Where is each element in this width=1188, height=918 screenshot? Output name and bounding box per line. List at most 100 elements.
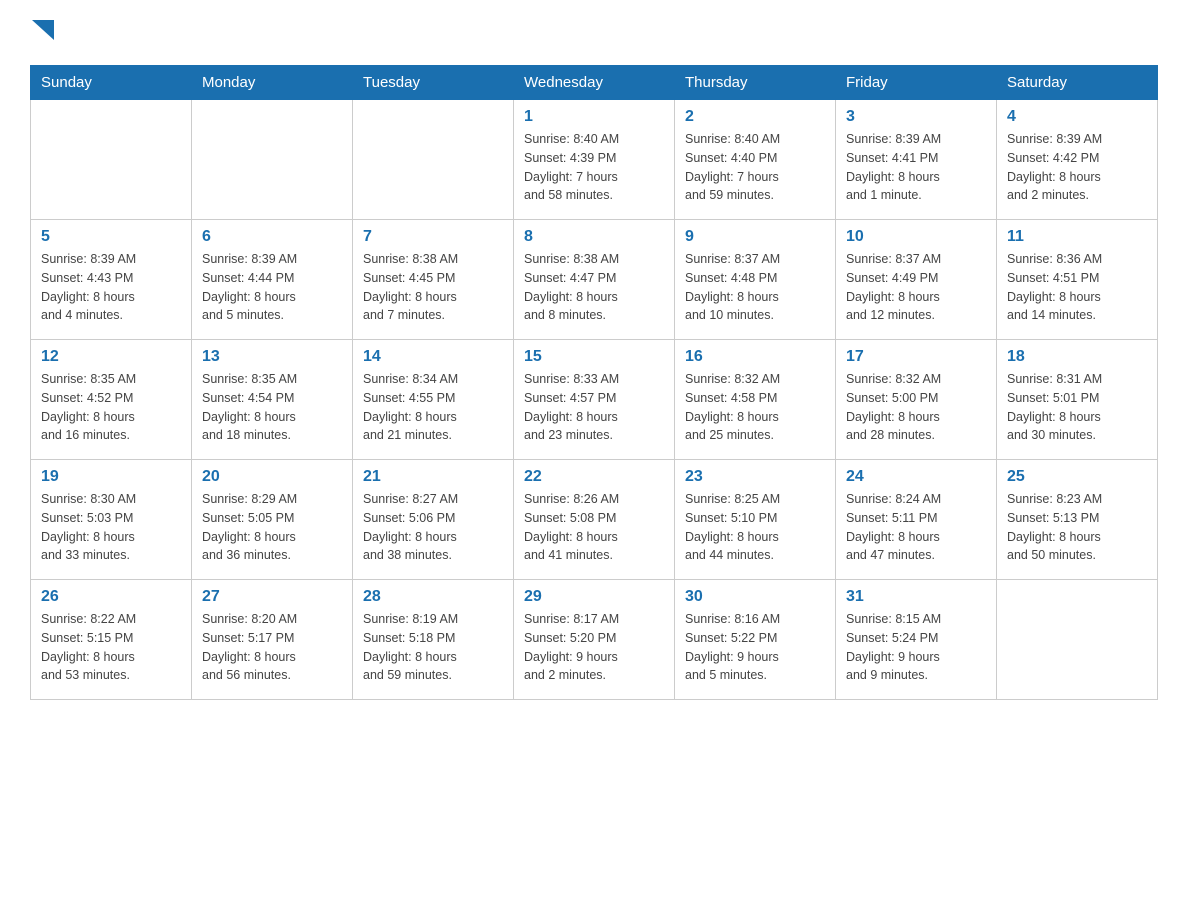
day-number: 7 [363, 228, 503, 246]
day-info: Sunrise: 8:35 AM Sunset: 4:54 PM Dayligh… [202, 370, 342, 445]
day-info: Sunrise: 8:32 AM Sunset: 5:00 PM Dayligh… [846, 370, 986, 445]
calendar-cell: 31 Sunrise: 8:15 AM Sunset: 5:24 PM Dayli… [836, 580, 997, 700]
day-number: 11 [1007, 228, 1147, 246]
day-info: Sunrise: 8:17 AM Sunset: 5:20 PM Dayligh… [524, 610, 664, 685]
day-number: 13 [202, 348, 342, 366]
weekday-header-friday: Friday [836, 66, 997, 100]
calendar-cell: 2 Sunrise: 8:40 AM Sunset: 4:40 PM Daylig… [675, 100, 836, 220]
day-number: 3 [846, 108, 986, 126]
day-info: Sunrise: 8:32 AM Sunset: 4:58 PM Dayligh… [685, 370, 825, 445]
day-info: Sunrise: 8:26 AM Sunset: 5:08 PM Dayligh… [524, 490, 664, 565]
calendar-cell: 7 Sunrise: 8:38 AM Sunset: 4:45 PM Daylig… [353, 220, 514, 340]
day-info: Sunrise: 8:38 AM Sunset: 4:45 PM Dayligh… [363, 250, 503, 325]
weekday-header-saturday: Saturday [997, 66, 1158, 100]
weekday-header-sunday: Sunday [31, 66, 192, 100]
calendar-cell: 16 Sunrise: 8:32 AM Sunset: 4:58 PM Dayli… [675, 340, 836, 460]
week-row-3: 12 Sunrise: 8:35 AM Sunset: 4:52 PM Dayli… [31, 340, 1158, 460]
calendar-cell: 19 Sunrise: 8:30 AM Sunset: 5:03 PM Dayli… [31, 460, 192, 580]
calendar-cell: 29 Sunrise: 8:17 AM Sunset: 5:20 PM Dayli… [514, 580, 675, 700]
day-number: 23 [685, 468, 825, 486]
day-info: Sunrise: 8:22 AM Sunset: 5:15 PM Dayligh… [41, 610, 181, 685]
calendar-cell: 13 Sunrise: 8:35 AM Sunset: 4:54 PM Dayli… [192, 340, 353, 460]
day-number: 9 [685, 228, 825, 246]
day-info: Sunrise: 8:37 AM Sunset: 4:49 PM Dayligh… [846, 250, 986, 325]
weekday-header-thursday: Thursday [675, 66, 836, 100]
day-info: Sunrise: 8:16 AM Sunset: 5:22 PM Dayligh… [685, 610, 825, 685]
calendar-cell: 9 Sunrise: 8:37 AM Sunset: 4:48 PM Daylig… [675, 220, 836, 340]
day-info: Sunrise: 8:36 AM Sunset: 4:51 PM Dayligh… [1007, 250, 1147, 325]
calendar-cell: 4Sunrise: 8:39 AM Sunset: 4:42 PM Daylig… [997, 100, 1158, 220]
day-info: Sunrise: 8:15 AM Sunset: 5:24 PM Dayligh… [846, 610, 986, 685]
calendar-cell: 24 Sunrise: 8:24 AM Sunset: 5:11 PM Dayli… [836, 460, 997, 580]
day-number: 16 [685, 348, 825, 366]
calendar-cell: 21 Sunrise: 8:27 AM Sunset: 5:06 PM Dayli… [353, 460, 514, 580]
day-number: 2 [685, 108, 825, 126]
calendar-cell: 27 Sunrise: 8:20 AM Sunset: 5:17 PM Dayli… [192, 580, 353, 700]
weekday-header-monday: Monday [192, 66, 353, 100]
day-number: 30 [685, 588, 825, 606]
calendar-cell: 18 Sunrise: 8:31 AM Sunset: 5:01 PM Dayli… [997, 340, 1158, 460]
day-number: 25 [1007, 468, 1147, 486]
calendar-cell: 14 Sunrise: 8:34 AM Sunset: 4:55 PM Dayli… [353, 340, 514, 460]
week-row-1: 1Sunrise: 8:40 AM Sunset: 4:39 PM Daylig… [31, 100, 1158, 220]
day-info: Sunrise: 8:39 AM Sunset: 4:41 PM Dayligh… [846, 130, 986, 205]
day-info: Sunrise: 8:40 AM Sunset: 4:40 PM Dayligh… [685, 130, 825, 205]
day-info: Sunrise: 8:35 AM Sunset: 4:52 PM Dayligh… [41, 370, 181, 445]
day-number: 22 [524, 468, 664, 486]
day-number: 4 [1007, 108, 1147, 126]
day-info: Sunrise: 8:24 AM Sunset: 5:11 PM Dayligh… [846, 490, 986, 565]
day-number: 19 [41, 468, 181, 486]
weekday-header-row: SundayMondayTuesdayWednesdayThursdayFrid… [31, 66, 1158, 100]
day-number: 27 [202, 588, 342, 606]
day-number: 8 [524, 228, 664, 246]
day-number: 31 [846, 588, 986, 606]
day-number: 12 [41, 348, 181, 366]
day-number: 18 [1007, 348, 1147, 366]
calendar-cell: 10 Sunrise: 8:37 AM Sunset: 4:49 PM Dayli… [836, 220, 997, 340]
day-info: Sunrise: 8:19 AM Sunset: 5:18 PM Dayligh… [363, 610, 503, 685]
calendar-cell: 6Sunrise: 8:39 AM Sunset: 4:44 PM Daylig… [192, 220, 353, 340]
day-info: Sunrise: 8:39 AM Sunset: 4:44 PM Dayligh… [202, 250, 342, 325]
week-row-5: 26Sunrise: 8:22 AM Sunset: 5:15 PM Dayli… [31, 580, 1158, 700]
day-number: 28 [363, 588, 503, 606]
calendar-cell: 5Sunrise: 8:39 AM Sunset: 4:43 PM Daylig… [31, 220, 192, 340]
day-info: Sunrise: 8:23 AM Sunset: 5:13 PM Dayligh… [1007, 490, 1147, 565]
calendar-cell: 17 Sunrise: 8:32 AM Sunset: 5:00 PM Dayli… [836, 340, 997, 460]
calendar-cell: 15 Sunrise: 8:33 AM Sunset: 4:57 PM Dayli… [514, 340, 675, 460]
calendar-cell: 22 Sunrise: 8:26 AM Sunset: 5:08 PM Dayli… [514, 460, 675, 580]
day-number: 24 [846, 468, 986, 486]
day-info: Sunrise: 8:30 AM Sunset: 5:03 PM Dayligh… [41, 490, 181, 565]
calendar-cell: 3 Sunrise: 8:39 AM Sunset: 4:41 PM Daylig… [836, 100, 997, 220]
calendar-cell [997, 580, 1158, 700]
calendar-cell [353, 100, 514, 220]
logo-triangle-icon [32, 20, 54, 40]
day-info: Sunrise: 8:29 AM Sunset: 5:05 PM Dayligh… [202, 490, 342, 565]
day-info: Sunrise: 8:38 AM Sunset: 4:47 PM Dayligh… [524, 250, 664, 325]
day-number: 20 [202, 468, 342, 486]
day-info: Sunrise: 8:33 AM Sunset: 4:57 PM Dayligh… [524, 370, 664, 445]
day-number: 15 [524, 348, 664, 366]
day-number: 17 [846, 348, 986, 366]
day-number: 10 [846, 228, 986, 246]
calendar-cell [31, 100, 192, 220]
day-info: Sunrise: 8:34 AM Sunset: 4:55 PM Dayligh… [363, 370, 503, 445]
calendar-cell: 11 Sunrise: 8:36 AM Sunset: 4:51 PM Dayli… [997, 220, 1158, 340]
day-number: 14 [363, 348, 503, 366]
calendar-cell: 28 Sunrise: 8:19 AM Sunset: 5:18 PM Dayli… [353, 580, 514, 700]
day-number: 21 [363, 468, 503, 486]
week-row-4: 19 Sunrise: 8:30 AM Sunset: 5:03 PM Dayli… [31, 460, 1158, 580]
calendar-table: SundayMondayTuesdayWednesdayThursdayFrid… [30, 65, 1158, 700]
calendar-cell [192, 100, 353, 220]
day-number: 29 [524, 588, 664, 606]
calendar-cell: 20 Sunrise: 8:29 AM Sunset: 5:05 PM Dayli… [192, 460, 353, 580]
day-info: Sunrise: 8:27 AM Sunset: 5:06 PM Dayligh… [363, 490, 503, 565]
day-info: Sunrise: 8:20 AM Sunset: 5:17 PM Dayligh… [202, 610, 342, 685]
day-number: 1 [524, 108, 664, 126]
day-info: Sunrise: 8:37 AM Sunset: 4:48 PM Dayligh… [685, 250, 825, 325]
calendar-cell: 12 Sunrise: 8:35 AM Sunset: 4:52 PM Dayli… [31, 340, 192, 460]
day-info: Sunrise: 8:39 AM Sunset: 4:43 PM Dayligh… [41, 250, 181, 325]
day-info: Sunrise: 8:31 AM Sunset: 5:01 PM Dayligh… [1007, 370, 1147, 445]
weekday-header-tuesday: Tuesday [353, 66, 514, 100]
calendar-cell: 26Sunrise: 8:22 AM Sunset: 5:15 PM Dayli… [31, 580, 192, 700]
calendar-cell: 8 Sunrise: 8:38 AM Sunset: 4:47 PM Daylig… [514, 220, 675, 340]
